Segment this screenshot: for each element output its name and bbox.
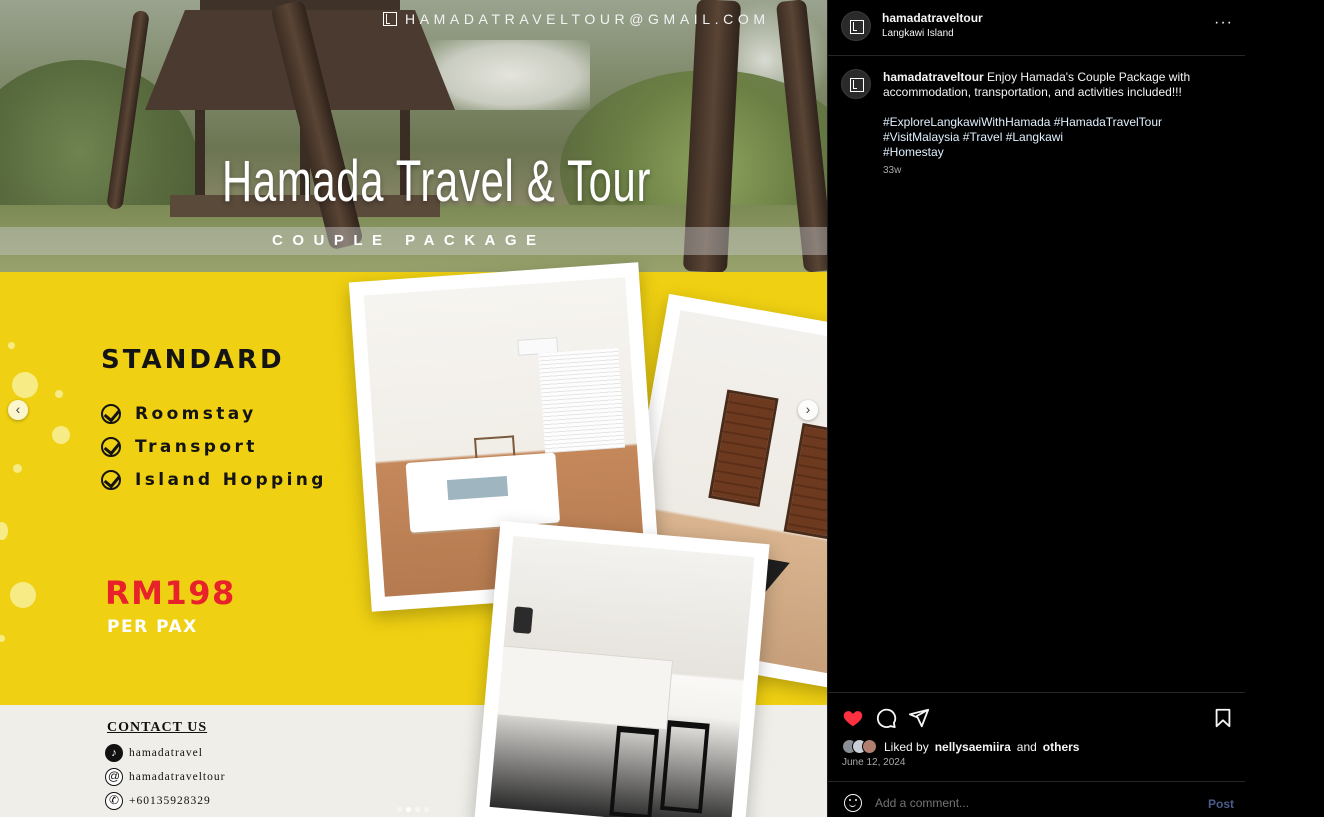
post-actions: Liked by nellysaemiira and others June 1… [828,692,1245,782]
liker-avatar [862,739,877,754]
brand-logo-icon [383,12,397,26]
check-icon [101,404,121,424]
bubble [10,582,36,608]
contact-row: ✆ +60135928329 [105,792,211,810]
bed [405,452,561,533]
carousel-dot [415,807,420,812]
bubble [13,464,22,473]
hero-photo: HAMADATRAVELTOUR@GMAIL.COM Hamada Travel… [0,0,827,272]
liked-by-user[interactable]: nellysaemiira [935,740,1011,754]
hero-email: HAMADATRAVELTOUR@GMAIL.COM [383,11,770,27]
caption-time-ago[interactable]: 33w [883,165,901,176]
author-avatar[interactable] [841,11,871,41]
carousel-dot-active [406,807,411,812]
tiktok-icon: ♪ [105,744,123,762]
package-title: STANDARD [101,345,285,375]
door [783,423,827,541]
carousel-dots [397,807,429,812]
feature-item: Roomstay [101,404,257,424]
price-unit: PER PAX [107,617,198,637]
carousel-dot [424,807,429,812]
comment-input[interactable] [875,796,1165,810]
post-caption: hamadatraveltour Enjoy Hamada's Couple P… [883,70,1203,160]
caption-hashtags: #ExploreLangkawiWithHamada #HamadaTravel… [883,115,1203,160]
contact-row: @ hamadatraveltour [105,768,225,786]
save-bookmark-icon[interactable] [1212,707,1234,729]
bar-stool [609,725,660,817]
like-heart-icon[interactable] [842,707,864,729]
post-comment-button[interactable]: Post [1208,797,1234,811]
contact-text: hamadatravel [129,747,203,759]
liked-and: and [1016,739,1037,754]
room-photo-3 [474,520,770,817]
more-options-icon[interactable]: ··· [1214,14,1233,32]
contact-text: +60135928329 [129,795,211,807]
bubble [8,342,15,349]
kitchen-counter [489,644,674,731]
emoji-icon[interactable] [844,794,862,812]
hero-subtitle: COUPLE PACKAGE [272,232,546,249]
post-location[interactable]: Langkawi Island [882,28,954,39]
threads-icon: @ [105,768,123,786]
hero-title: Hamada Travel & Tour [222,149,652,214]
post-media[interactable]: HAMADATRAVELTOUR@GMAIL.COM Hamada Travel… [0,0,827,817]
carousel-dot [397,807,402,812]
whatsapp-icon: ✆ [105,792,123,810]
bar-stool [660,720,710,814]
kettle [512,606,534,634]
carousel-next-button[interactable]: › [798,400,818,420]
feature-label: Transport [135,437,258,457]
post-header: hamadatraveltour Langkawi Island ··· [828,0,1245,56]
window-blinds [538,347,626,454]
bubble [55,390,63,398]
caption-avatar[interactable] [841,69,871,99]
package-price: RM198 [105,574,236,612]
feature-item: Transport [101,437,258,457]
brand-logo-icon [850,78,864,92]
liked-by-others[interactable]: others [1043,740,1080,754]
share-send-icon[interactable] [908,707,930,729]
brand-logo-icon [850,20,864,34]
feature-label: Roomstay [135,404,257,424]
hero-email-text: HAMADATRAVELTOUR@GMAIL.COM [405,11,770,27]
bubble [12,372,38,398]
liked-by-prefix: Liked by [884,739,929,754]
comment-bar: Post [828,781,1245,817]
post-date[interactable]: June 12, 2024 [842,757,905,768]
hashtag-line[interactable]: #VisitMalaysia #Travel #Langkawi [883,130,1203,145]
contact-title: CONTACT US [107,720,208,735]
check-icon [101,470,121,490]
liker-avatars[interactable] [842,739,877,754]
feature-label: Island Hopping [135,470,327,490]
caption-username[interactable]: hamadatraveltour [883,70,984,84]
contact-row: ♪ hamadatravel [105,744,203,762]
feature-item: Island Hopping [101,470,327,490]
door [708,389,779,507]
check-icon [101,437,121,457]
carousel-prev-button[interactable]: ‹ [8,400,28,420]
comment-icon[interactable] [875,707,897,729]
contact-text: hamadatraveltour [129,771,226,783]
likes-summary: Liked by nellysaemiira and others [842,739,1079,754]
post-sidebar: hamadatraveltour Langkawi Island ··· ham… [827,0,1245,817]
bubble [52,426,70,444]
author-username[interactable]: hamadatraveltour [882,11,983,25]
hashtag-line[interactable]: #ExploreLangkawiWithHamada #HamadaTravel… [883,115,1203,130]
hashtag-line[interactable]: #Homestay [883,145,1203,160]
